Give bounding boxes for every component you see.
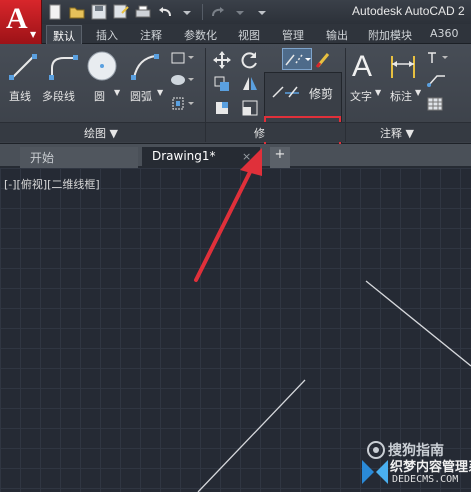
- dedecms-watermark: 织梦内容管理系统 DEDECMS.COM: [360, 454, 471, 492]
- drawn-line-left[interactable]: [197, 379, 306, 492]
- dedecms-watermark-cn: 织梦内容管理系统: [390, 460, 471, 475]
- drawn-line-right[interactable]: [365, 280, 471, 367]
- dedecms-watermark-en: DEDECMS.COM: [392, 474, 459, 485]
- red-arrow-annotation: [194, 148, 262, 282]
- dedecms-logo-icon: [362, 460, 388, 484]
- canvas-overlay: [194, 148, 471, 492]
